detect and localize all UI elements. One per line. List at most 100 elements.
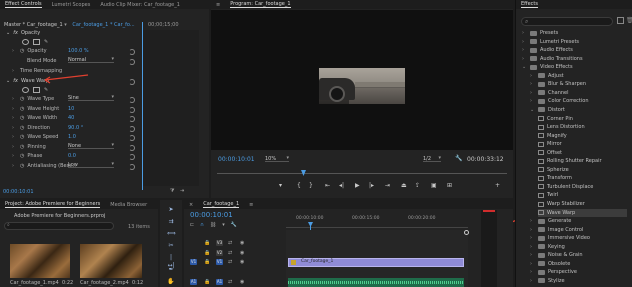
tab-project[interactable]: Project: Adobe Premiere for Beginners [5,201,101,208]
go-to-in-icon[interactable]: ⇤ [325,182,330,189]
chevron-right-icon[interactable]: › [530,90,535,96]
sync-lock-icon[interactable]: ⇄ [228,250,232,256]
chevron-right-icon[interactable]: › [530,261,535,267]
effects-tree-item[interactable]: Transform [538,174,627,182]
effects-tree-item[interactable]: Wave Warp [538,208,627,217]
effects-tree-item[interactable]: ⌄ Distort [530,106,627,114]
effects-tree-item[interactable]: Turbulent Displace [538,183,627,191]
project-search-input[interactable]: ⌕ [4,222,114,230]
chevron-right-icon[interactable]: › [522,56,527,62]
tab-program[interactable]: Program: Car_footage_1 [230,1,291,8]
effects-tree-item[interactable]: Corner Pin [538,115,627,123]
program-menu-icon[interactable]: ≡ [216,2,220,8]
track-target[interactable]: V2 [216,249,223,256]
effects-tree-item[interactable]: Spherize [538,166,627,174]
slip-tool-icon[interactable]: |↔| [167,254,175,269]
chevron-right-icon[interactable]: › [522,30,527,36]
hand-tool-icon[interactable]: ✋ [167,278,175,286]
chevron-down-icon[interactable]: ⌄ [530,107,535,113]
timeline-timecode[interactable]: 00:00:10:01 [190,211,233,219]
chevron-right-icon[interactable]: › [530,235,535,241]
step-back-icon[interactable]: ◂| [339,182,344,189]
effects-tree-item[interactable]: › Keying [530,243,627,251]
effects-tree-item[interactable]: › Immersive Video [530,234,627,242]
timeline-settings-icon[interactable]: 🔧 [231,222,237,228]
effects-tree-item[interactable]: › Stylize [530,277,627,285]
eye-icon[interactable]: ◉ [240,259,244,265]
razor-tool-icon[interactable]: ✂ [167,242,175,250]
chevron-down-icon[interactable]: ⌄ [522,64,527,70]
comparison-view-icon[interactable]: ⊞ [447,182,452,189]
effects-tree-item[interactable]: › Generate [530,217,627,225]
effects-tree-item[interactable]: Magnify [538,132,627,140]
chevron-right-icon[interactable]: › [530,81,535,87]
marker-icon[interactable]: ▾ [279,182,282,189]
effects-tree-item[interactable]: Rolling Shutter Repair [538,157,627,165]
new-bin-icon[interactable] [617,17,624,24]
track-select-tool-icon[interactable]: ⇉ [167,218,175,226]
play-icon[interactable]: ▶ [355,182,360,189]
chevron-right-icon[interactable]: › [530,278,535,284]
effects-tree-item[interactable]: › Blur & Sharpen [530,80,627,88]
effects-tree-item[interactable]: › Audio Effects [522,46,627,54]
mark-in-icon[interactable]: { [297,182,301,189]
add-button-icon[interactable]: + [495,182,500,189]
ripple-edit-tool-icon[interactable]: ⟺ [167,230,176,238]
chevron-right-icon[interactable]: › [530,227,535,233]
effects-tree-item[interactable]: ⌄ Video Effects [522,63,627,71]
close-icon[interactable]: × [189,202,193,208]
effects-tree-item[interactable]: Mirror [538,140,627,148]
audio-clip[interactable] [288,278,464,287]
effects-tree-item[interactable]: › Color Correction [530,97,627,105]
effects-tree-item[interactable]: Lens Distortion [538,123,627,131]
effects-tree-item[interactable]: › Image Control [530,226,627,234]
effects-tree-item[interactable]: › Presets [522,29,627,37]
chevron-right-icon[interactable]: › [530,244,535,250]
delete-icon[interactable]: 🗑 [626,17,632,24]
timeline-scroll-handle[interactable] [464,230,469,235]
track-target[interactable]: A1 [216,278,223,285]
sync-lock-icon[interactable]: ⇄ [228,240,232,246]
tab-sequence[interactable]: Car_footage_1 [203,201,240,208]
effects-tree-item[interactable]: Twirl [538,191,627,199]
effects-tree-item[interactable]: › Channel [530,89,627,97]
resolution-dropdown[interactable]: 1/2 [423,155,441,162]
chevron-right-icon[interactable]: › [530,98,535,104]
chevron-right-icon[interactable]: › [522,39,527,45]
effects-search-input[interactable]: ⌕ [521,17,613,26]
chevron-right-icon[interactable]: › [522,47,527,53]
chevron-right-icon[interactable]: › [530,218,535,224]
snap-icon[interactable]: ∩ [200,222,204,228]
eye-icon[interactable]: ◉ [240,240,244,246]
export-frame-icon[interactable]: ▣ [431,182,437,189]
lock-icon[interactable]: 🔒 [204,240,210,246]
effects-tree-item[interactable]: › Obsolete [530,260,627,268]
tab-effects[interactable]: Effects [521,1,538,8]
chevron-right-icon[interactable]: › [530,269,535,275]
effects-tree-item[interactable]: Warp Stabilizer [538,200,627,208]
lock-icon[interactable]: 🔒 [204,259,210,265]
video-clip[interactable]: Car_footage_1 [288,258,464,267]
source-patch[interactable]: A1 [190,278,197,285]
effects-tree-item[interactable]: › Adjust [530,72,627,80]
effects-tree-item[interactable]: › Perspective [530,268,627,276]
sync-lock-icon[interactable]: ⇄ [228,259,232,265]
effects-tree-item[interactable]: › Lumetri Presets [522,38,627,46]
timeline-ruler[interactable]: 00:00:10:00 00:00:15:00 00:00:20:00 [286,216,468,228]
track-target[interactable]: V3 [216,240,223,246]
settings-wrench-icon[interactable]: 🔧 [455,155,462,162]
lift-icon[interactable]: ⏏ [401,182,407,189]
step-forward-icon[interactable]: |▸ [369,182,374,189]
add-marker-icon[interactable]: ▾ [222,222,225,228]
selection-tool-icon[interactable]: ➤ [167,206,175,214]
track-target[interactable]: V1 [216,259,223,265]
linked-selection-icon[interactable]: ⛓ [210,222,216,228]
pen-tool-icon[interactable]: ✒ [167,266,175,274]
extract-icon[interactable]: ⇪ [415,182,420,189]
effects-tree-item[interactable]: › Audio Transitions [522,55,627,63]
zoom-dropdown[interactable]: 10% [265,155,289,162]
effects-tree-item[interactable]: › Noise & Grain [530,251,627,259]
source-patch[interactable]: V1 [190,259,197,265]
go-to-out-icon[interactable]: ⇥ [385,182,390,189]
eye-icon[interactable]: ◉ [240,250,244,256]
